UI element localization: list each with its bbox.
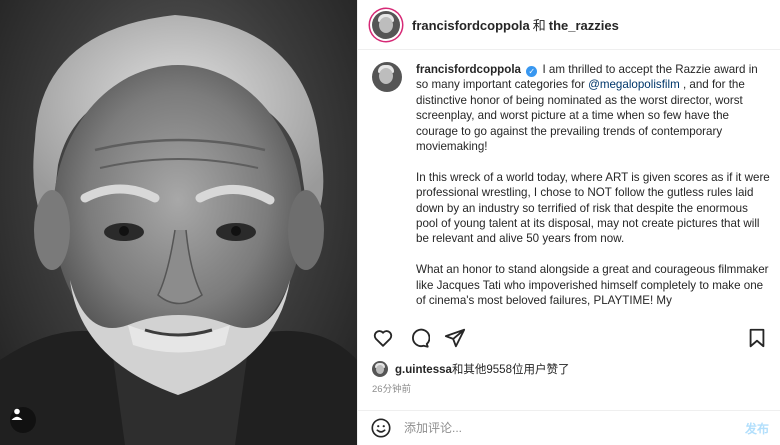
caption-username[interactable]: francisfordcoppola	[416, 63, 521, 76]
user-tag-icon	[11, 408, 23, 420]
share-button[interactable]	[444, 327, 466, 349]
comment-bar: 发布	[358, 410, 780, 445]
heart-icon	[373, 330, 393, 347]
user-tag-button[interactable]	[10, 407, 36, 433]
comment-button[interactable]	[408, 327, 430, 349]
liker-avatar[interactable]	[372, 361, 388, 377]
emoji-icon	[371, 418, 391, 438]
caption-paragraph-3: What an honor to stand alongside a great…	[416, 263, 769, 308]
caption-paragraph-2: In this wreck of a world today, where AR…	[416, 170, 770, 246]
likes-text[interactable]: g.uintessa和其他9558位用户赞了	[395, 361, 569, 377]
caption-text: francisfordcoppola ✓ I am thrilled to ac…	[416, 62, 771, 313]
comment-icon	[412, 328, 430, 348]
action-bar	[372, 327, 466, 349]
portrait-illustration	[0, 15, 357, 445]
liker-username[interactable]: g.uintessa	[395, 364, 452, 376]
post-comment-button[interactable]: 发布	[745, 420, 769, 437]
author-username[interactable]: francisfordcoppola	[412, 18, 530, 33]
author-avatar[interactable]	[372, 10, 400, 39]
post-authors: francisfordcoppola 和 the_razzies	[412, 15, 619, 34]
likes-count-text: 和其他9558位用户赞了	[451, 364, 570, 376]
verified-badge-icon: ✓	[526, 66, 538, 77]
save-button[interactable]	[746, 327, 768, 349]
mention-link[interactable]: @megalopolisfilm	[588, 78, 680, 91]
post-timestamp[interactable]: 26分钟前	[372, 381, 411, 395]
post-header: francisfordcoppola 和 the_razzies	[358, 0, 780, 50]
share-icon	[444, 328, 466, 348]
emoji-button[interactable]	[370, 417, 392, 439]
author-conjunction: 和	[532, 18, 546, 33]
comment-input[interactable]	[404, 421, 745, 435]
bookmark-icon	[749, 328, 765, 348]
post-photo[interactable]	[0, 0, 357, 445]
likes-summary: g.uintessa和其他9558位用户赞了	[372, 361, 569, 377]
coauthor-username[interactable]: the_razzies	[549, 18, 619, 33]
caption-paragraph-1: francisfordcoppola ✓ I am thrilled to ac…	[416, 62, 771, 154]
caption-block: francisfordcoppola ✓ I am thrilled to ac…	[372, 62, 772, 313]
post-detail-panel: francisfordcoppola 和 the_razzies francisfo…	[357, 0, 780, 445]
caption-avatar[interactable]	[372, 62, 402, 92]
like-button[interactable]	[372, 327, 394, 349]
